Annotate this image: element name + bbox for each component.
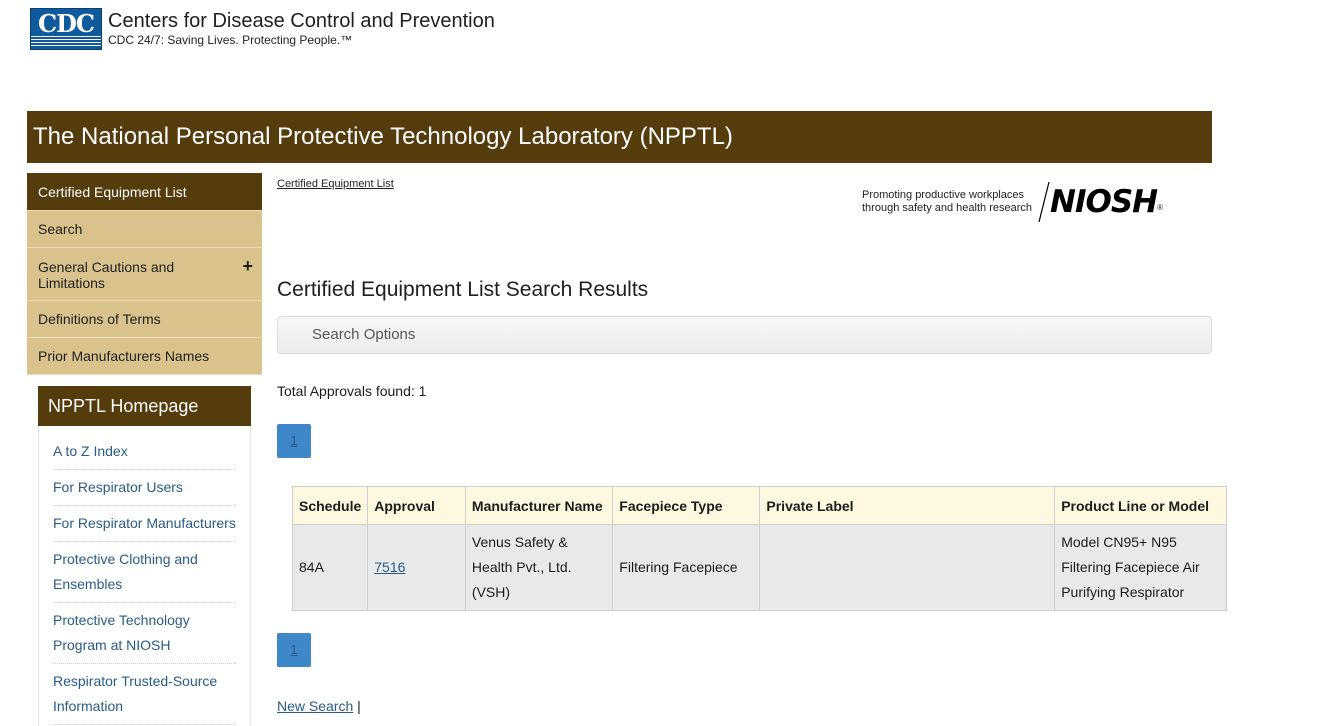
- header-schedule: Schedule: [291, 486, 369, 525]
- nav-item-label: Definitions of Terms: [38, 311, 161, 327]
- cdc-title[interactable]: Centers for Disease Control and Preventi…: [108, 10, 495, 32]
- niosh-tagline-line1: Promoting productive workplaces: [862, 189, 1025, 201]
- breadcrumb-link-certified-equipment-list[interactable]: Certified Equipment List: [277, 178, 394, 190]
- page-number: 1: [290, 642, 298, 657]
- registered-mark: ®: [1157, 202, 1164, 212]
- cdc-logo-text: CDC: [37, 9, 95, 38]
- link-for-respirator-manufacturers[interactable]: For Respirator Manufacturers: [53, 506, 236, 542]
- cdc-tagline: CDC 24/7: Saving Lives. Protecting Peopl…: [108, 33, 353, 47]
- total-approvals-count: Total Approvals found: 1: [277, 383, 427, 399]
- pagination-page-1-top[interactable]: 1: [277, 424, 311, 458]
- cell-facepiece-type: Filtering Facepiece: [612, 524, 761, 611]
- nav-item-certified-equipment-list[interactable]: Certified Equipment List: [27, 173, 262, 211]
- cell-schedule: 84A: [291, 524, 369, 611]
- table-header-row: Schedule Approval Manufacturer Name Face…: [291, 486, 1227, 525]
- header-product-line: Product Line or Model: [1054, 486, 1227, 525]
- new-search-row: New Search |: [277, 698, 361, 714]
- nav-item-search[interactable]: Search: [27, 211, 262, 248]
- cell-product-line: Model CN95+ N95 Filtering Facepiece Air …: [1054, 524, 1227, 611]
- page-number: 1: [290, 433, 298, 448]
- nav-item-label: Search: [38, 221, 83, 237]
- header-private-label: Private Label: [759, 486, 1056, 525]
- npptl-homepage-heading[interactable]: NPPTL Homepage: [38, 386, 251, 426]
- page-title: Certified Equipment List Search Results: [277, 278, 649, 301]
- cell-approval: 7516: [367, 524, 466, 611]
- cdc-header: CDC Centers for Disease Control and Prev…: [30, 6, 495, 52]
- nav-item-label: Prior Manufacturers Names: [38, 348, 210, 364]
- cell-private-label: [759, 524, 1056, 611]
- niosh-wordmark: NIOSH: [1050, 184, 1158, 220]
- header-approval: Approval: [367, 486, 466, 525]
- breadcrumb: Certified Equipment List: [277, 178, 394, 190]
- niosh-slash-icon: [1038, 182, 1050, 222]
- link-separator: |: [357, 698, 361, 714]
- approval-link[interactable]: 7516: [374, 559, 405, 575]
- table-row: 84A 7516 Venus Safety & Health Pvt., Ltd…: [291, 524, 1227, 611]
- nav-item-general-cautions[interactable]: General Cautions and Limitations +: [27, 248, 262, 301]
- nav-item-label: Certified Equipment List: [38, 184, 187, 200]
- link-protective-technology-program[interactable]: Protective Technology Program at NIOSH: [53, 603, 236, 664]
- expand-plus-icon[interactable]: +: [242, 257, 253, 275]
- header-manufacturer-name: Manufacturer Name: [464, 486, 614, 525]
- niosh-tagline-line2: through safety and health research: [862, 202, 1033, 214]
- pagination-page-1-bottom[interactable]: 1: [277, 633, 311, 667]
- nav-item-prior-manufacturers-names[interactable]: Prior Manufacturers Names: [27, 338, 262, 375]
- new-search-link[interactable]: New Search: [277, 698, 353, 714]
- cdc-text-block: Centers for Disease Control and Preventi…: [108, 10, 495, 48]
- results-table: Schedule Approval Manufacturer Name Face…: [291, 486, 1227, 611]
- search-options-toggle[interactable]: Search Options: [277, 316, 1212, 354]
- link-a-to-z-index[interactable]: A to Z Index: [53, 434, 236, 470]
- niosh-logo[interactable]: Promoting productive workplaces through …: [862, 182, 1163, 222]
- nav-item-label: General Cautions and Limitations: [38, 259, 175, 291]
- header-facepiece-type: Facepiece Type: [612, 486, 761, 525]
- cdc-logo[interactable]: CDC: [30, 8, 102, 50]
- npptl-links-list: A to Z Index For Respirator Users For Re…: [38, 426, 251, 726]
- site-banner: The National Personal Protective Technol…: [27, 111, 1212, 163]
- left-navigation: Certified Equipment List Search General …: [27, 173, 262, 375]
- cell-manufacturer-name: Venus Safety & Health Pvt., Ltd. (VSH): [464, 524, 614, 611]
- niosh-tagline: Promoting productive workplaces through …: [862, 189, 1032, 215]
- link-for-respirator-users[interactable]: For Respirator Users: [53, 470, 236, 506]
- cdc-logo-stripes: [31, 36, 101, 46]
- link-protective-clothing[interactable]: Protective Clothing and Ensembles: [53, 542, 236, 603]
- nav-item-definitions-of-terms[interactable]: Definitions of Terms: [27, 301, 262, 338]
- npptl-homepage-panel: NPPTL Homepage A to Z Index For Respirat…: [38, 386, 251, 726]
- link-respirator-trusted-source[interactable]: Respirator Trusted-Source Information: [53, 664, 236, 725]
